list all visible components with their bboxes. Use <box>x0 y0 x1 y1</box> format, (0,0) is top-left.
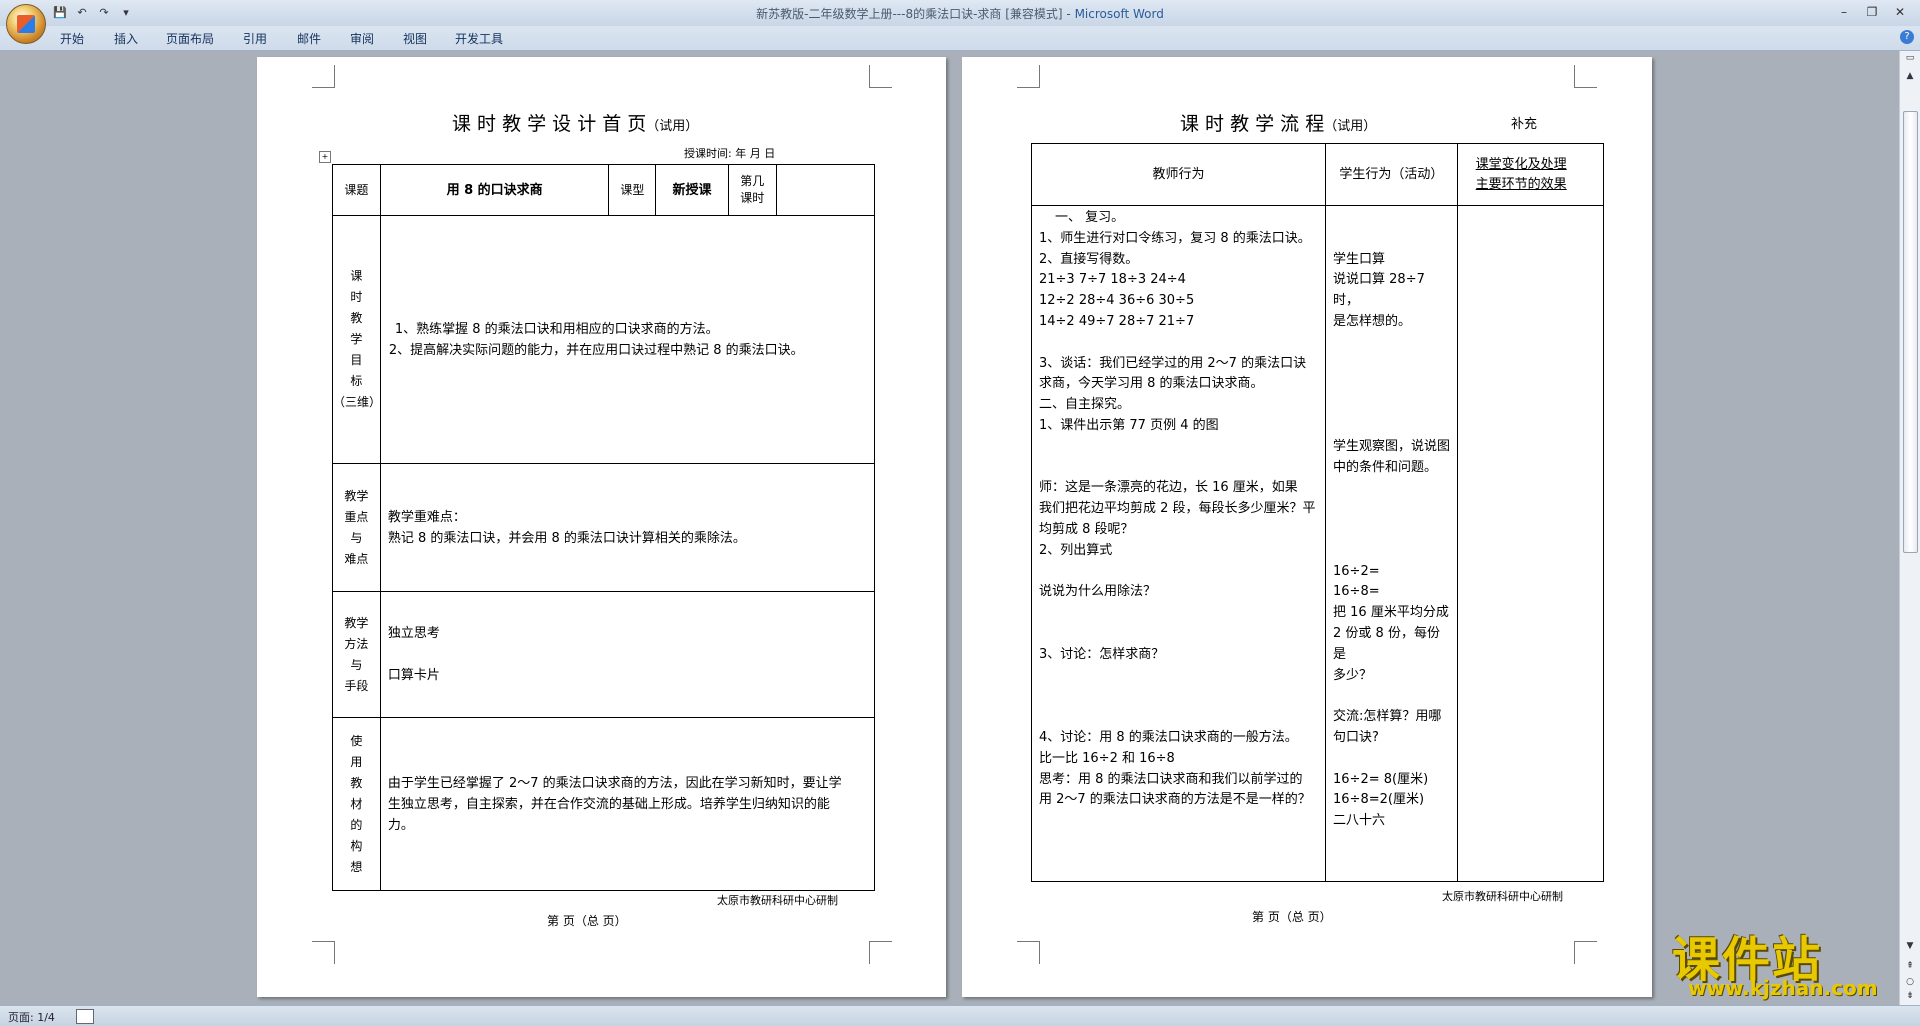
period-value <box>775 164 876 216</box>
tab-references[interactable]: 引用 <box>243 30 267 47</box>
key-points-content: 教学重难点： 熟记 8 的乘法口诀，并会用 8 的乘法口诀计算相关的乘除法。 <box>379 463 876 592</box>
tab-view[interactable]: 视图 <box>403 30 427 47</box>
goals-label: 课时教学目标（三维） <box>332 215 381 464</box>
office-logo-icon <box>17 15 35 33</box>
student-column-header: 学生行为（活动） <box>1325 143 1458 206</box>
scroll-up-icon[interactable]: ▲ <box>1903 71 1917 85</box>
page-title: 课 时 教 学 设 计 首 页（试用） <box>452 113 699 135</box>
material-content: 由于学生已经掌握了 2～7 的乘法口诀求商的方法，因此在学习新知时，要让学 生独… <box>379 717 876 891</box>
type-value: 新授课 <box>655 164 729 216</box>
window-title: 新苏教版-二年级数学上册---8的乘法口诀-求商 [兼容模式] - Micros… <box>756 7 1164 21</box>
methods-content: 独立思考 口算卡片 <box>379 591 876 718</box>
methods-label: 教学 方法与手段 <box>332 591 381 718</box>
status-bar: 页面: 1/4 <box>0 1005 1920 1026</box>
watermark-url: www.kjzhan.com <box>1688 976 1878 1000</box>
teacher-column-header: 教师行为 <box>1030 143 1327 206</box>
lesson-design-table: 课题 用 8 的口诀求商 课型 新授课 第几 课时 课时教学目标（三维） 1、熟练… <box>332 164 876 891</box>
period-label: 第几 课时 <box>727 164 777 216</box>
crop-mark <box>1574 65 1597 88</box>
teacher-actions: 一、 复习。 1、师生进行对口令练习，复习 8 的乘法口诀。 2、直接写得数。 21÷… <box>1030 205 1327 882</box>
footer-org: 太原市教研科研中心研制 <box>1442 890 1563 903</box>
site-watermark: 课件站 www.kjzhan.com <box>1668 920 1908 1000</box>
close-icon[interactable]: ✕ <box>1886 3 1914 21</box>
teaching-flow-table: 教师行为 学生行为（活动） 课堂变化及处理 主要环节的效果 一、 复习。 1、师生进… <box>1030 143 1605 882</box>
office-button[interactable] <box>6 4 46 44</box>
footer-org: 太原市教研科研中心研制 <box>717 894 838 907</box>
crop-mark <box>312 65 335 88</box>
student-actions: 学生口算 说说口算 28÷7 时， 是怎样想的。 学生观察图，说说图 中的条件和问题。… <box>1325 205 1458 882</box>
proofing-icon[interactable] <box>76 1009 94 1024</box>
window-controls: – ❐ ✕ <box>1830 3 1914 21</box>
lesson-label: 课题 <box>332 164 381 216</box>
tab-insert[interactable]: 插入 <box>114 30 138 47</box>
effect-column-header: 课堂变化及处理 主要环节的效果 <box>1456 143 1605 206</box>
tab-developer[interactable]: 开发工具 <box>455 30 503 47</box>
crop-mark <box>1574 941 1597 964</box>
crop-mark <box>1017 941 1040 964</box>
date-line: 授课时间: 年 月 日 <box>684 147 776 160</box>
material-label: 使用教材的构想 <box>332 717 381 891</box>
crop-mark <box>1017 65 1040 88</box>
document-page-2: 课 时 教 学 流 程（试用） 补充 教师行为 学生行为（活动） 课堂变化及处理… <box>962 57 1652 997</box>
page-counter[interactable]: 页面: 1/4 <box>8 1009 55 1025</box>
ruler-toggle-icon[interactable]: ▭ <box>1903 53 1917 67</box>
table-move-handle-icon[interactable]: + <box>319 151 331 163</box>
type-label: 课型 <box>608 164 657 216</box>
minimize-icon[interactable]: – <box>1830 3 1858 21</box>
tab-page-layout[interactable]: 页面布局 <box>166 30 214 47</box>
page-title: 课 时 教 学 流 程（试用） <box>1180 113 1377 135</box>
effect-notes <box>1456 205 1605 882</box>
document-page-1: 课 时 教 学 设 计 首 页（试用） 授课时间: 年 月 日 + 课题 用 8… <box>257 57 946 997</box>
crop-mark <box>312 941 335 964</box>
tab-mailings[interactable]: 邮件 <box>297 30 321 47</box>
title-bar: 💾 ↶ ↷ ▾ 新苏教版-二年级数学上册---8的乘法口诀-求商 [兼容模式] … <box>0 0 1920 44</box>
tab-home[interactable]: 开始 <box>60 30 84 47</box>
ribbon-tab-bar: 开始 插入 页面布局 引用 邮件 审阅 视图 开发工具 ? <box>0 26 1920 51</box>
help-icon[interactable]: ? <box>1900 30 1914 44</box>
page-number-line: 第 页（总 页） <box>1252 910 1332 924</box>
lesson-value: 用 8 的口诀求商 <box>379 164 610 216</box>
page-number-line: 第 页（总 页） <box>547 914 627 928</box>
key-points-label: 教学 重点与难点 <box>332 463 381 592</box>
crop-mark <box>869 65 892 88</box>
supplement-label: 补充 <box>1511 117 1538 132</box>
scroll-thumb[interactable] <box>1903 111 1918 553</box>
restore-icon[interactable]: ❐ <box>1858 3 1886 21</box>
goals-content: 1、熟练掌握 8 的乘法口诀和用相应的口诀求商的方法。 2、提高解决实际问题的能… <box>379 215 876 464</box>
vertical-scrollbar[interactable]: ▭ ▲ ▼ ⇞ ○ ⇟ <box>1899 51 1920 1005</box>
crop-mark <box>869 941 892 964</box>
tab-review[interactable]: 审阅 <box>350 30 374 47</box>
